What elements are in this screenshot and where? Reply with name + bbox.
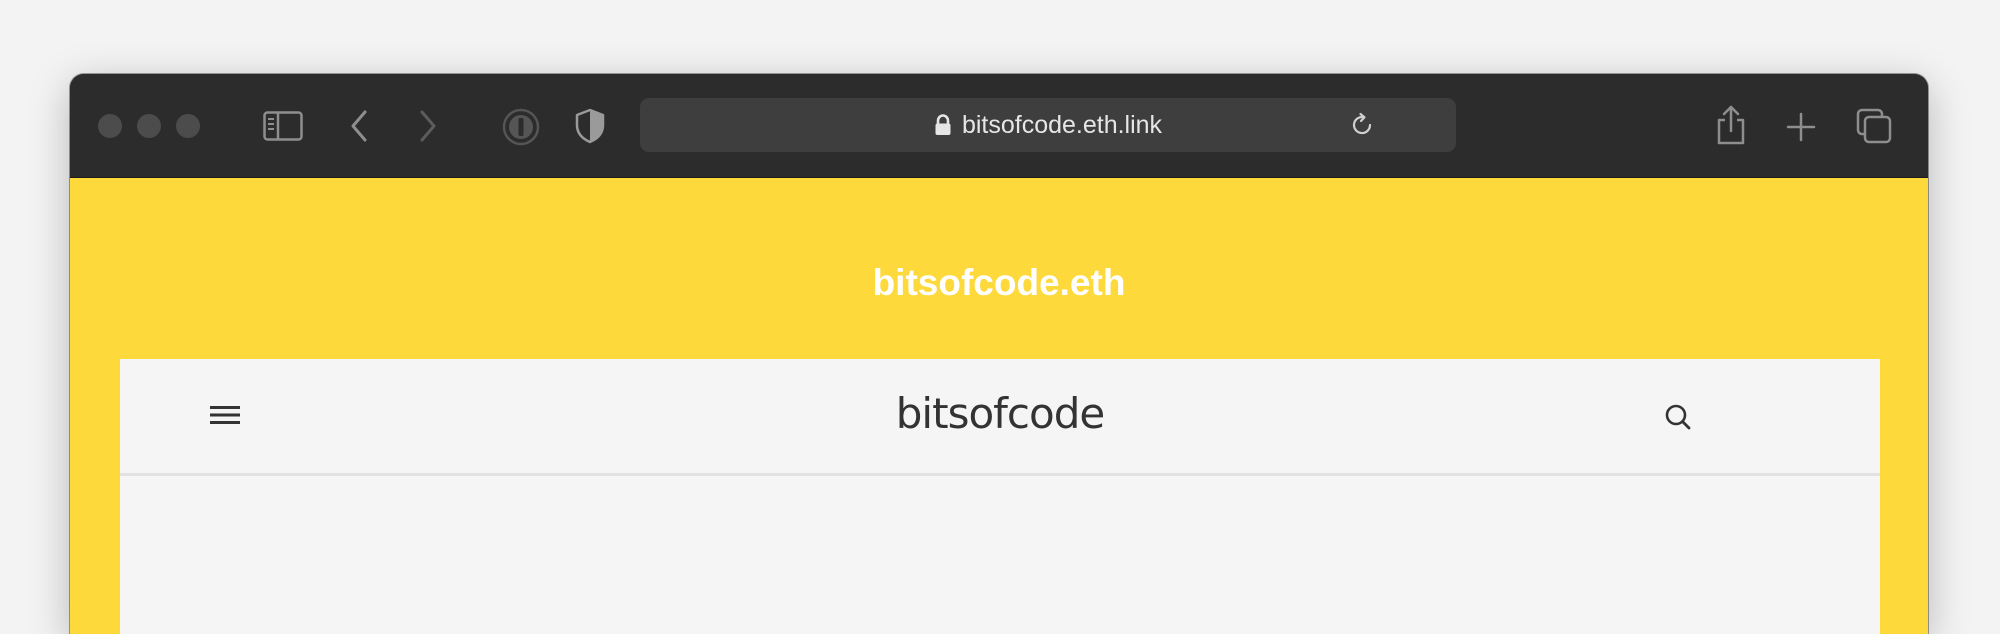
minimize-button[interactable]: [137, 114, 161, 138]
share-icon[interactable]: [1715, 104, 1747, 146]
browser-toolbar: bitsofcode.eth.link: [70, 74, 1928, 178]
site-logo[interactable]: bitsofcode: [120, 389, 1880, 438]
plus-icon[interactable]: [1786, 112, 1816, 142]
address-bar[interactable]: bitsofcode.eth.link: [640, 98, 1456, 152]
webpage-content: bitsofcode.eth bitsofcode: [70, 178, 1928, 634]
1password-icon[interactable]: [502, 108, 540, 146]
search-icon[interactable]: [1664, 403, 1692, 431]
sidebar-icon[interactable]: [263, 111, 303, 141]
close-button[interactable]: [98, 114, 122, 138]
lock-icon: [935, 114, 951, 135]
site-title: bitsofcode.eth: [872, 262, 1126, 303]
site-header: bitsofcode: [120, 359, 1880, 476]
site-panel: bitsofcode: [120, 359, 1880, 634]
browser-window: bitsofcode.eth.link bitsofcode.eth bitso…: [70, 74, 1928, 634]
chevron-left-icon[interactable]: [348, 109, 370, 143]
tabs-overview-icon[interactable]: [1856, 108, 1892, 144]
zoom-button[interactable]: [176, 114, 200, 138]
shield-icon[interactable]: [575, 108, 605, 144]
reload-icon[interactable]: [1349, 112, 1375, 138]
chevron-right-icon[interactable]: [417, 109, 439, 143]
address-url: bitsofcode.eth.link: [961, 111, 1163, 139]
